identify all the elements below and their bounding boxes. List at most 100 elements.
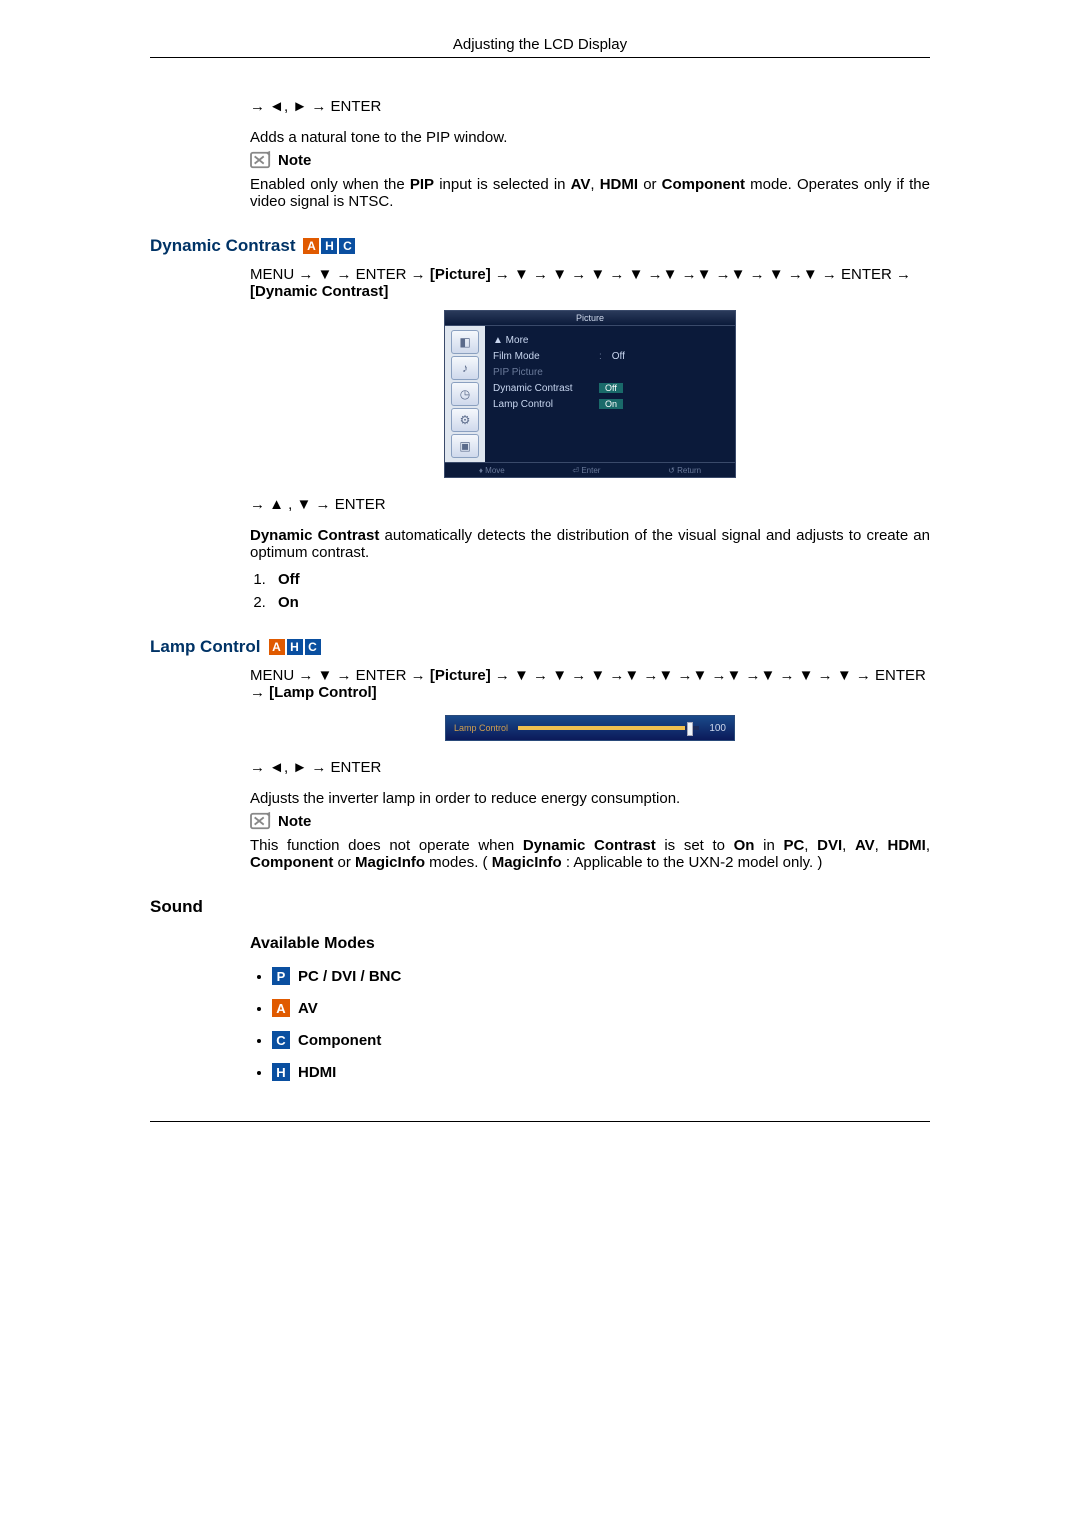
t: , (590, 176, 599, 193)
slider-knob (687, 722, 693, 736)
lamp-slider (518, 726, 699, 730)
osd-label: Dynamic Contrast (493, 383, 593, 394)
foot-move: ♦ Move (479, 466, 505, 475)
t: Dynamic Contrast (250, 527, 379, 544)
lc-nav2: → ◄, ► → ENTER (250, 759, 930, 776)
osd-panel: Picture ◧ ♪ ◷ ⚙ ▣ ▲ More Film Mode : (444, 310, 736, 478)
t: This function does not operate when (250, 837, 523, 854)
dc-osd-wrap: Picture ◧ ♪ ◷ ⚙ ▣ ▲ More Film Mode : (250, 310, 930, 478)
osd-main: ▲ More Film Mode : Off PIP Picture Dynam… (485, 326, 735, 462)
badge-a: A (303, 238, 319, 254)
t: Component (250, 854, 333, 871)
t: AV (571, 176, 591, 193)
foot-return: ↺ Return (668, 466, 701, 475)
opt: Off (278, 571, 300, 588)
footer-rule (150, 1121, 930, 1122)
t: MENU → ▼ → ENTER → (250, 266, 430, 283)
t: in (754, 837, 783, 854)
osd-row: Film Mode : Off (493, 348, 727, 364)
badge-h: H (287, 639, 303, 655)
t: , (804, 837, 817, 854)
t: , (842, 837, 855, 854)
t: input is selected in (434, 176, 571, 193)
t: or (333, 854, 355, 871)
dc-options: Off On (270, 571, 930, 611)
osd-sidebar: ◧ ♪ ◷ ⚙ ▣ (445, 326, 485, 462)
pip-note-text: Enabled only when the PIP input is selec… (250, 176, 930, 210)
page-header: Adjusting the LCD Display (150, 30, 930, 58)
t: [Lamp Control] (269, 684, 376, 701)
t: Dynamic Contrast (523, 837, 656, 854)
pip-continuation: → ◄, ► → ENTER Adds a natural tone to th… (250, 98, 930, 210)
t: [Picture] (430, 266, 491, 283)
dc-body: MENU → ▼ → ENTER → [Picture] → ▼ → ▼ → ▼… (250, 266, 930, 611)
note-icon (250, 150, 272, 170)
list-item: A AV (272, 999, 930, 1017)
osd-more: ▲ More (493, 332, 727, 348)
osd-body: ◧ ♪ ◷ ⚙ ▣ ▲ More Film Mode : Off (445, 326, 735, 462)
t: [Picture] (430, 667, 491, 684)
t: MagicInfo (355, 854, 425, 871)
t: or (638, 176, 662, 193)
settings-icon: ⚙ (451, 408, 479, 432)
t: AV (855, 837, 875, 854)
badge-a: A (269, 639, 285, 655)
lc-body: MENU → ▼ → ENTER → [Picture] → ▼ → ▼ → ▼… (250, 667, 930, 871)
note-label: Note (278, 813, 311, 830)
lamp-value: 100 (709, 723, 726, 734)
page: Adjusting the LCD Display → ◄, ► → ENTER… (80, 0, 1000, 1162)
lc-note-text: This function does not operate when Dyna… (250, 837, 930, 871)
dc-desc: Dynamic Contrast automatically detects t… (250, 527, 930, 561)
badge-c: C (272, 1031, 290, 1049)
t: On (734, 837, 755, 854)
pip-nav: → ◄, ► → ENTER (250, 98, 930, 115)
lc-desc: Adjusts the inverter lamp in order to re… (250, 790, 930, 807)
list-item: On (270, 594, 930, 611)
t: DVI (817, 837, 842, 854)
modes-list: P PC / DVI / BNC A AV C Component H HDMI (272, 967, 930, 1081)
osd-val: Off (612, 351, 625, 362)
t: HDMI (600, 176, 638, 193)
badge-h: H (321, 238, 337, 254)
osd-label: Lamp Control (493, 399, 593, 410)
t: MENU → ▼ → ENTER → (250, 667, 430, 684)
badge-p: P (272, 967, 290, 985)
osd-label: PIP Picture (493, 367, 593, 378)
t: → ▼ → ▼ → ▼ → ▼ →▼ →▼ →▼ → ▼ →▼ → ENTER … (491, 266, 911, 283)
badge-h: H (272, 1063, 290, 1081)
t: is set to (656, 837, 734, 854)
badge-c: C (305, 639, 321, 655)
osd-label: Film Mode (493, 351, 593, 362)
section-sound: Sound (150, 897, 930, 917)
pip-note-row: Note (250, 150, 930, 170)
t: Enabled only when the (250, 176, 410, 193)
setup-icon: ◷ (451, 382, 479, 406)
picture-icon: ◧ (451, 330, 479, 354)
t: PC (783, 837, 804, 854)
t: , (875, 837, 888, 854)
lamp-label: Lamp Control (454, 723, 508, 733)
sound-subheading: Available Modes (250, 935, 930, 953)
list-item: Off (270, 571, 930, 588)
note-label: Note (278, 152, 311, 169)
badge-a: A (272, 999, 290, 1017)
multi-icon: ▣ (451, 434, 479, 458)
list-item: P PC / DVI / BNC (272, 967, 930, 985)
badge-c: C (339, 238, 355, 254)
list-item: H HDMI (272, 1063, 930, 1081)
foot-enter: ⏎ Enter (572, 466, 600, 475)
section-dynamic-contrast: Dynamic Contrast A H C (150, 236, 930, 256)
t: , (926, 837, 930, 854)
t: PIP (410, 176, 434, 193)
lc-nav1: MENU → ▼ → ENTER → [Picture] → ▼ → ▼ → ▼… (250, 667, 930, 701)
mode-badges: A H C (269, 639, 321, 655)
t: Component (662, 176, 745, 193)
t: MagicInfo (492, 854, 562, 871)
mode-label: HDMI (298, 1064, 336, 1081)
mode-label: Component (298, 1032, 381, 1049)
osd-title: Picture (445, 311, 735, 326)
heading-text: Sound (150, 897, 203, 917)
heading-text: Lamp Control (150, 637, 261, 657)
osd-row: Dynamic Contrast Off (493, 380, 727, 396)
osd-row: Lamp Control On (493, 396, 727, 412)
